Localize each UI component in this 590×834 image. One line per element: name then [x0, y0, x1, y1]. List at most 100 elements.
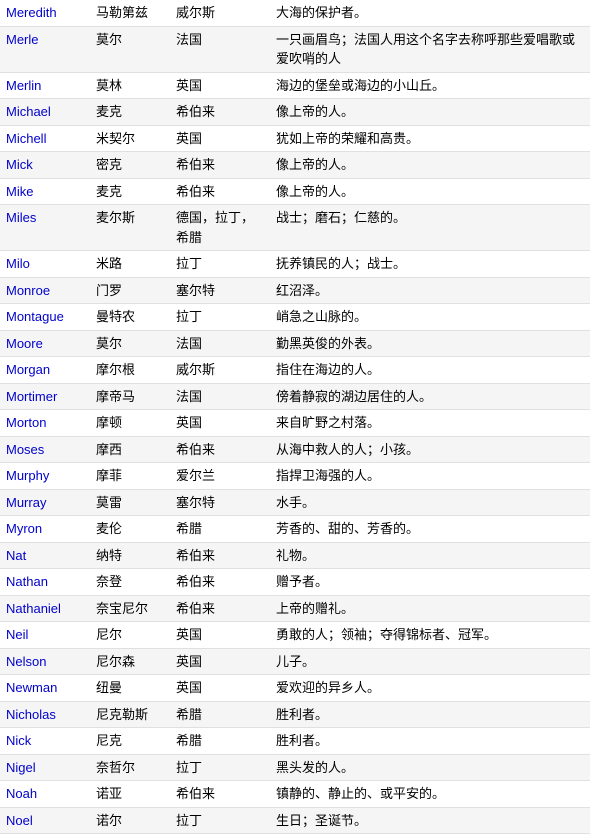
- meaning-cell: 勤黑英俊的外表。: [270, 330, 590, 357]
- name-cell[interactable]: Mike: [0, 178, 90, 205]
- name-cell[interactable]: Nathan: [0, 569, 90, 596]
- name-cell[interactable]: Moore: [0, 330, 90, 357]
- name-cell[interactable]: Morgan: [0, 357, 90, 384]
- origin-cell: 希伯来: [170, 178, 270, 205]
- meaning-cell: 胜利者。: [270, 728, 590, 755]
- meaning-cell: 抚养镇民的人；战士。: [270, 251, 590, 278]
- chinese-cell: 米路: [90, 251, 170, 278]
- meaning-cell: 战士；磨石；仁慈的。: [270, 205, 590, 251]
- name-cell[interactable]: Milo: [0, 251, 90, 278]
- origin-cell: 塞尔特: [170, 489, 270, 516]
- chinese-cell: 尼尔森: [90, 648, 170, 675]
- table-row: Murphy 摩菲 爱尔兰 指捍卫海强的人。: [0, 463, 590, 490]
- origin-cell: 英国: [170, 622, 270, 649]
- chinese-cell: 纽曼: [90, 675, 170, 702]
- meaning-cell: 一只画眉鸟；法国人用这个名字去称呼那些爱唱歌或爱吹哨的人: [270, 26, 590, 72]
- table-row: Michell 米契尔 英国 犹如上帝的荣耀和高贵。: [0, 125, 590, 152]
- name-cell[interactable]: Noah: [0, 781, 90, 808]
- table-row: Noah 诺亚 希伯来 镇静的、静止的、或平安的。: [0, 781, 590, 808]
- origin-cell: 希伯来: [170, 436, 270, 463]
- meaning-cell: 傍着静寂的湖边居住的人。: [270, 383, 590, 410]
- chinese-cell: 莫尔: [90, 330, 170, 357]
- meaning-cell: 从海中救人的人；小孩。: [270, 436, 590, 463]
- chinese-cell: 纳特: [90, 542, 170, 569]
- origin-cell: 希腊: [170, 516, 270, 543]
- chinese-cell: 诺尔: [90, 807, 170, 834]
- chinese-cell: 摩顿: [90, 410, 170, 437]
- origin-cell: 英国: [170, 410, 270, 437]
- name-cell[interactable]: Nicholas: [0, 701, 90, 728]
- table-row: Neil 尼尔 英国 勇敢的人；领袖；夺得锦标者、冠军。: [0, 622, 590, 649]
- name-cell[interactable]: Mortimer: [0, 383, 90, 410]
- origin-cell: 拉丁: [170, 754, 270, 781]
- meaning-cell: 礼物。: [270, 542, 590, 569]
- origin-cell: 希伯来: [170, 569, 270, 596]
- name-cell[interactable]: Murray: [0, 489, 90, 516]
- table-row: Morton 摩顿 英国 来自旷野之村落。: [0, 410, 590, 437]
- chinese-cell: 曼特农: [90, 304, 170, 331]
- chinese-cell: 奈登: [90, 569, 170, 596]
- chinese-cell: 门罗: [90, 277, 170, 304]
- origin-cell: 英国: [170, 648, 270, 675]
- name-cell[interactable]: Michell: [0, 125, 90, 152]
- name-cell[interactable]: Neil: [0, 622, 90, 649]
- table-row: Morgan 摩尔根 威尔斯 指住在海边的人。: [0, 357, 590, 384]
- origin-cell: 拉丁: [170, 304, 270, 331]
- name-cell[interactable]: Miles: [0, 205, 90, 251]
- origin-cell: 拉丁: [170, 807, 270, 834]
- origin-cell: 希腊: [170, 728, 270, 755]
- meaning-cell: 生日；圣诞节。: [270, 807, 590, 834]
- name-cell[interactable]: Nathaniel: [0, 595, 90, 622]
- meaning-cell: 镇静的、静止的、或平安的。: [270, 781, 590, 808]
- name-cell[interactable]: Newman: [0, 675, 90, 702]
- origin-cell: 英国: [170, 125, 270, 152]
- origin-cell: 希伯来: [170, 152, 270, 179]
- origin-cell: 英国: [170, 675, 270, 702]
- name-cell[interactable]: Moses: [0, 436, 90, 463]
- name-cell[interactable]: Meredith: [0, 0, 90, 26]
- meaning-cell: 胜利者。: [270, 701, 590, 728]
- meaning-cell: 指捍卫海强的人。: [270, 463, 590, 490]
- chinese-cell: 摩帝马: [90, 383, 170, 410]
- name-cell[interactable]: Merlin: [0, 72, 90, 99]
- table-row: Merlin 莫林 英国 海边的堡垒或海边的小山丘。: [0, 72, 590, 99]
- table-row: Mike 麦克 希伯来 像上帝的人。: [0, 178, 590, 205]
- chinese-cell: 尼克勒斯: [90, 701, 170, 728]
- name-cell[interactable]: Nat: [0, 542, 90, 569]
- name-cell[interactable]: Michael: [0, 99, 90, 126]
- chinese-cell: 摩菲: [90, 463, 170, 490]
- table-row: Nat 纳特 希伯来 礼物。: [0, 542, 590, 569]
- name-cell[interactable]: Monroe: [0, 277, 90, 304]
- origin-cell: 法国: [170, 383, 270, 410]
- table-row: Nigel 奈哲尔 拉丁 黑头发的人。: [0, 754, 590, 781]
- name-cell[interactable]: Murphy: [0, 463, 90, 490]
- chinese-cell: 莫林: [90, 72, 170, 99]
- chinese-cell: 密克: [90, 152, 170, 179]
- meaning-cell: 红沼泽。: [270, 277, 590, 304]
- name-cell[interactable]: Noel: [0, 807, 90, 834]
- meaning-cell: 像上帝的人。: [270, 99, 590, 126]
- table-row: Nicholas 尼克勒斯 希腊 胜利者。: [0, 701, 590, 728]
- name-cell[interactable]: Nigel: [0, 754, 90, 781]
- table-row: Michael 麦克 希伯来 像上帝的人。: [0, 99, 590, 126]
- chinese-cell: 莫雷: [90, 489, 170, 516]
- meaning-cell: 像上帝的人。: [270, 152, 590, 179]
- table-row: Milo 米路 拉丁 抚养镇民的人；战士。: [0, 251, 590, 278]
- chinese-cell: 麦克: [90, 99, 170, 126]
- meaning-cell: 海边的堡垒或海边的小山丘。: [270, 72, 590, 99]
- name-cell[interactable]: Mick: [0, 152, 90, 179]
- table-row: Merle 莫尔 法国 一只画眉鸟；法国人用这个名字去称呼那些爱唱歌或爱吹哨的人: [0, 26, 590, 72]
- name-cell[interactable]: Nick: [0, 728, 90, 755]
- name-cell[interactable]: Montague: [0, 304, 90, 331]
- table-row: Meredith 马勒第兹 威尔斯 大海的保护者。: [0, 0, 590, 26]
- name-cell[interactable]: Myron: [0, 516, 90, 543]
- meaning-cell: 来自旷野之村落。: [270, 410, 590, 437]
- table-row: Nelson 尼尔森 英国 儿子。: [0, 648, 590, 675]
- chinese-cell: 摩尔根: [90, 357, 170, 384]
- name-cell[interactable]: Merle: [0, 26, 90, 72]
- name-cell[interactable]: Nelson: [0, 648, 90, 675]
- chinese-cell: 麦尔斯: [90, 205, 170, 251]
- meaning-cell: 爱欢迎的异乡人。: [270, 675, 590, 702]
- origin-cell: 拉丁: [170, 251, 270, 278]
- name-cell[interactable]: Morton: [0, 410, 90, 437]
